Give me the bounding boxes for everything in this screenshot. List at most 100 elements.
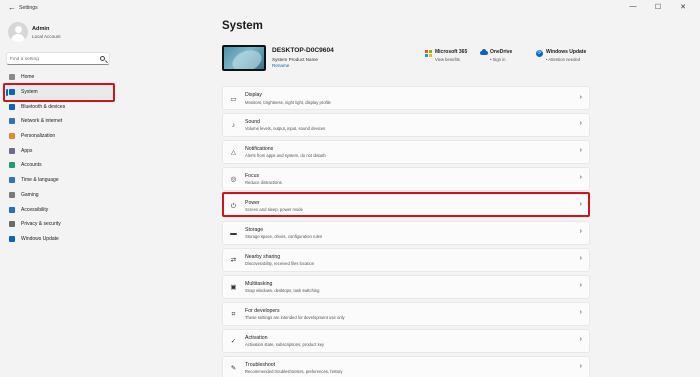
sidebar-item-label: Bluetooth & devices (21, 103, 66, 110)
card-subtitle: These settings are intended for developm… (245, 315, 345, 321)
user-profile[interactable]: Admin Local Account (8, 22, 118, 46)
sidebar-item-label: Privacy & security (21, 221, 61, 228)
device-name: DESKTOP-D0C9604 (272, 47, 334, 54)
settings-card-display[interactable]: ▭ Display Monitors, brightness, night ligh… (222, 86, 590, 111)
service-subtitle: • Attention needed (546, 57, 581, 62)
settings-card-nearby-sharing[interactable]: ⇄ Nearby sharing Discoverability, received… (222, 247, 590, 273)
accounts-icon (9, 162, 15, 169)
chevron-right-icon: › (579, 309, 582, 317)
shield-icon (9, 221, 15, 228)
service-subtitle: View benefits (435, 57, 460, 62)
card-subtitle: Reduce distractions (245, 180, 282, 186)
search-input[interactable] (10, 54, 96, 64)
settings-card-activation[interactable]: ✓ Activation Activation state, subscriptio… (222, 328, 590, 354)
chevron-right-icon: › (579, 255, 582, 263)
activation-icon: ✓ (230, 338, 237, 346)
card-subtitle: Storage space, drives, configuration rul… (245, 234, 323, 240)
page-title: System (222, 20, 263, 32)
sidebar-item-label: Network & internet (21, 118, 63, 125)
home-icon (9, 74, 15, 81)
device-thumbnail (222, 45, 266, 71)
card-title: Focus (245, 172, 260, 179)
card-title: Sound (245, 118, 261, 125)
sidebar-item-label: Apps (21, 147, 33, 154)
card-title: Activation (245, 334, 268, 341)
bluetooth-icon (9, 103, 15, 110)
sidebar-item-label: System (21, 89, 38, 96)
chevron-right-icon: › (579, 174, 582, 182)
focus-icon: ◎ (230, 176, 237, 184)
avatar (8, 22, 28, 42)
card-subtitle: Activation state, subscriptions, product… (245, 342, 325, 348)
chevron-right-icon: › (579, 147, 582, 155)
brush-icon (9, 133, 15, 140)
title-bar: ← Settings — ☐ ✕ (0, 0, 700, 18)
card-subtitle: Alerts from apps and system, do not dist… (245, 153, 326, 159)
speaker-icon: ♪ (231, 122, 236, 130)
service-title: Microsoft 365 (435, 49, 468, 55)
display-icon: ▭ (230, 95, 237, 103)
multitasking-icon: ▣ (230, 284, 237, 292)
minimize-icon[interactable]: — (626, 3, 640, 10)
settings-card-power[interactable]: ⏻ Power Screen and sleep, power mode › (222, 193, 590, 219)
settings-list: ▭ Display Monitors, brightness, night ligh… (222, 86, 590, 377)
sidebar-item-personalization[interactable]: Personalization (6, 129, 114, 144)
sidebar-nav: Home System Bluetooth & devices Network & i… (6, 70, 114, 246)
sidebar-item-windows-update[interactable]: Windows Update (6, 232, 114, 247)
chevron-right-icon: › (579, 201, 582, 209)
chevron-right-icon: › (579, 93, 582, 101)
chevron-right-icon: › (579, 228, 582, 236)
card-title: For developers (245, 307, 280, 314)
settings-card-storage[interactable]: ▬ Storage Storage space, drives, configura… (222, 220, 590, 246)
card-title: Troubleshoot (245, 361, 276, 368)
storage-icon: ▬ (230, 230, 237, 238)
accessibility-icon (9, 206, 15, 213)
search-icon[interactable] (100, 56, 105, 61)
sidebar-item-network-internet[interactable]: Network & internet (6, 114, 114, 129)
card-subtitle: Volume levels, output, input, sound devi… (245, 126, 326, 132)
settings-card-multitasking[interactable]: ▣ Multitasking Snap windows, desktops, tas… (222, 274, 590, 300)
chevron-right-icon: › (579, 282, 582, 290)
sidebar-item-accessibility[interactable]: Accessibility (6, 202, 114, 217)
sidebar-item-accounts[interactable]: Accounts (6, 158, 114, 173)
sidebar-item-label: Time & language (21, 177, 59, 184)
search-box[interactable] (6, 52, 110, 65)
sidebar-item-label: Home (21, 74, 35, 81)
card-title: Storage (245, 226, 264, 233)
update-icon (9, 235, 15, 242)
share-icon: ⇄ (230, 257, 237, 265)
service-title: Windows Update (546, 49, 587, 55)
device-model: System Product Name (272, 56, 318, 62)
user-name: Admin (32, 26, 50, 32)
sidebar-item-system[interactable]: System (6, 84, 114, 100)
card-subtitle: Recommended troubleshooters, preferences… (245, 369, 343, 375)
chevron-right-icon: › (579, 363, 582, 371)
network-icon (9, 118, 15, 125)
sidebar-item-home[interactable]: Home (6, 70, 114, 85)
wrench-icon: ✎ (230, 365, 237, 373)
back-arrow-icon[interactable]: ← (6, 3, 18, 12)
settings-card-sound[interactable]: ♪ Sound Volume levels, output, input, soun… (222, 112, 590, 138)
card-subtitle: Screen and sleep, power mode (245, 207, 303, 213)
settings-card-focus[interactable]: ◎ Focus Reduce distractions › (222, 166, 590, 192)
rename-link[interactable]: Rename (272, 63, 289, 68)
settings-card-for-developers[interactable]: ⌗ For developers These settings are intend… (222, 301, 590, 327)
service-subtitle: • Sign in (490, 57, 506, 62)
settings-card-notifications[interactable]: △ Notifications Alerts from apps and syste… (222, 139, 590, 165)
card-subtitle: Snap windows, desktops, task switching (245, 288, 320, 294)
sidebar-item-label: Accounts (21, 162, 42, 169)
sidebar-item-gaming[interactable]: Gaming (6, 188, 114, 203)
sidebar-item-label: Gaming (21, 191, 39, 198)
card-subtitle: Monitors, brightness, night light, displ… (245, 99, 331, 105)
sidebar-item-time-language[interactable]: Time & language (6, 173, 114, 188)
sidebar-item-label: Personalization (21, 133, 56, 140)
sidebar-item-bluetooth-devices[interactable]: Bluetooth & devices (6, 99, 114, 114)
close-icon[interactable]: ✕ (676, 3, 690, 11)
window-title: Settings (19, 5, 38, 11)
sidebar-item-apps[interactable]: Apps (6, 143, 114, 158)
settings-card-troubleshoot[interactable]: ✎ Troubleshoot Recommended troubleshooters… (222, 355, 590, 377)
maximize-icon[interactable]: ☐ (651, 3, 665, 11)
sidebar-item-label: Accessibility (21, 206, 49, 213)
sidebar-item-privacy-security[interactable]: Privacy & security (6, 217, 114, 232)
card-title: Power (245, 199, 260, 206)
